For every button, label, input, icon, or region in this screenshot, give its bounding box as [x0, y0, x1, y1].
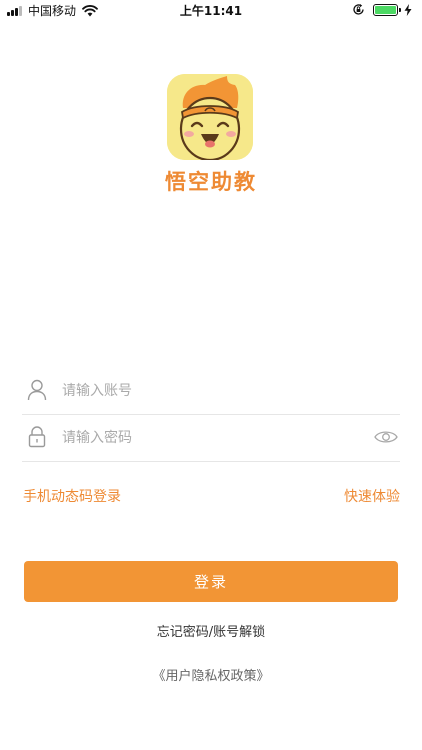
sms-login-link[interactable]: 手机动态码登录 — [23, 486, 121, 506]
quick-trial-link[interactable]: 快速体验 — [344, 486, 400, 506]
user-icon — [27, 379, 47, 401]
status-bar: 中国移动 上午11:41 — [0, 0, 422, 22]
app-name: 悟空助教 — [165, 170, 257, 194]
privacy-container: 《用户隐私权政策》 — [0, 665, 422, 684]
account-field — [22, 367, 400, 415]
app-logo — [167, 74, 253, 160]
rotation-lock-icon — [353, 4, 364, 15]
status-right — [352, 3, 412, 16]
monkey-king-face-logo — [167, 74, 253, 160]
password-input[interactable] — [62, 426, 362, 450]
login-button[interactable]: 登录 — [24, 561, 398, 602]
password-field — [22, 414, 400, 462]
forgot-password-link[interactable]: 忘记密码/账号解锁 — [157, 625, 265, 640]
battery-level-fill — [375, 5, 396, 14]
privacy-policy-link[interactable]: 《用户隐私权政策》 — [152, 669, 269, 684]
eye-icon[interactable] — [374, 429, 398, 445]
lock-icon — [28, 426, 46, 448]
account-input[interactable] — [62, 379, 362, 403]
charging-bolt-icon — [404, 3, 412, 16]
battery-icon — [373, 3, 401, 16]
forgot-container: 忘记密码/账号解锁 — [0, 621, 422, 640]
